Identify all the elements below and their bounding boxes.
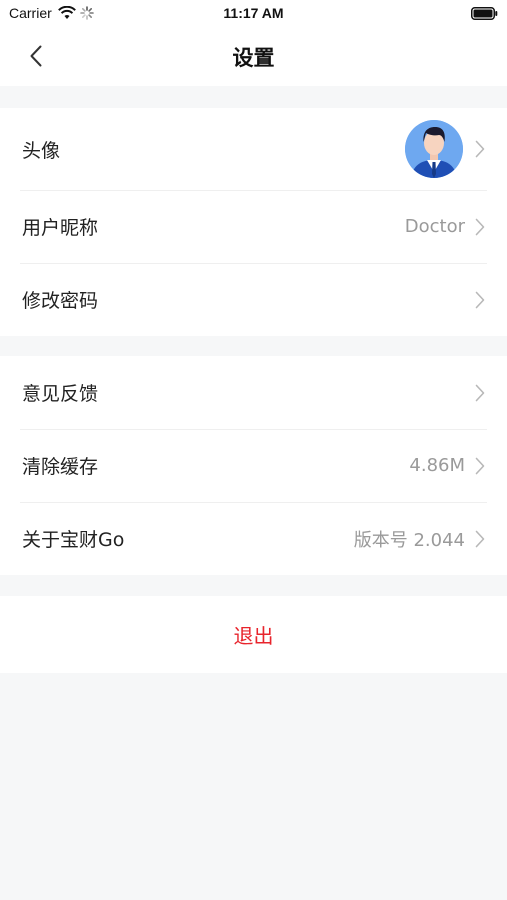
cache-size-value: 4.86M [409, 455, 465, 476]
row-right [475, 291, 485, 309]
status-time: 11:17 AM [223, 5, 284, 21]
row-right [405, 120, 485, 178]
battery-icon [471, 7, 498, 20]
nickname-value: Doctor [404, 216, 465, 237]
chevron-right-icon [475, 530, 485, 547]
account-settings-group: 头像 用户昵称 Doctor 修改密码 [0, 108, 507, 336]
change-password-row[interactable]: 修改密码 [0, 263, 507, 336]
avatar [405, 120, 463, 178]
row-label: 用户昵称 [22, 217, 99, 239]
avatar-image [405, 120, 463, 178]
chevron-right-icon [475, 291, 485, 308]
row-label: 清除缓存 [22, 456, 99, 478]
row-right: 版本号 2.044 [354, 526, 485, 552]
row-label: 关于宝财Go [22, 529, 125, 551]
page-title: 设置 [232, 46, 275, 70]
row-label: 头像 [22, 139, 61, 162]
clear-cache-row[interactable]: 清除缓存 4.86M [0, 429, 507, 502]
chevron-right-icon [475, 457, 485, 474]
row-right: 4.86M [409, 455, 485, 476]
row-right: Doctor [405, 216, 485, 237]
misc-settings-group: 意见反馈 清除缓存 4.86M 关于宝财Go 版本号 2.044 [0, 356, 507, 575]
nav-bar: 设置 [0, 28, 507, 86]
nickname-row[interactable]: 用户昵称 Doctor [0, 190, 507, 263]
row-label: 意见反馈 [22, 383, 99, 405]
logout-button[interactable]: 退出 [0, 596, 507, 673]
feedback-row[interactable]: 意见反馈 [0, 356, 507, 429]
chevron-right-icon [475, 384, 485, 401]
about-row[interactable]: 关于宝财Go 版本号 2.044 [0, 502, 507, 575]
row-label: 修改密码 [22, 290, 99, 312]
chevron-right-icon [475, 218, 485, 235]
chevron-right-icon [475, 140, 485, 158]
avatar-row[interactable]: 头像 [0, 108, 507, 190]
logout-label: 退出 [233, 624, 274, 648]
status-bar: Carrier 11:17 AM [0, 0, 507, 28]
version-value: 版本号 2.044 [353, 529, 465, 551]
row-right [475, 384, 485, 402]
